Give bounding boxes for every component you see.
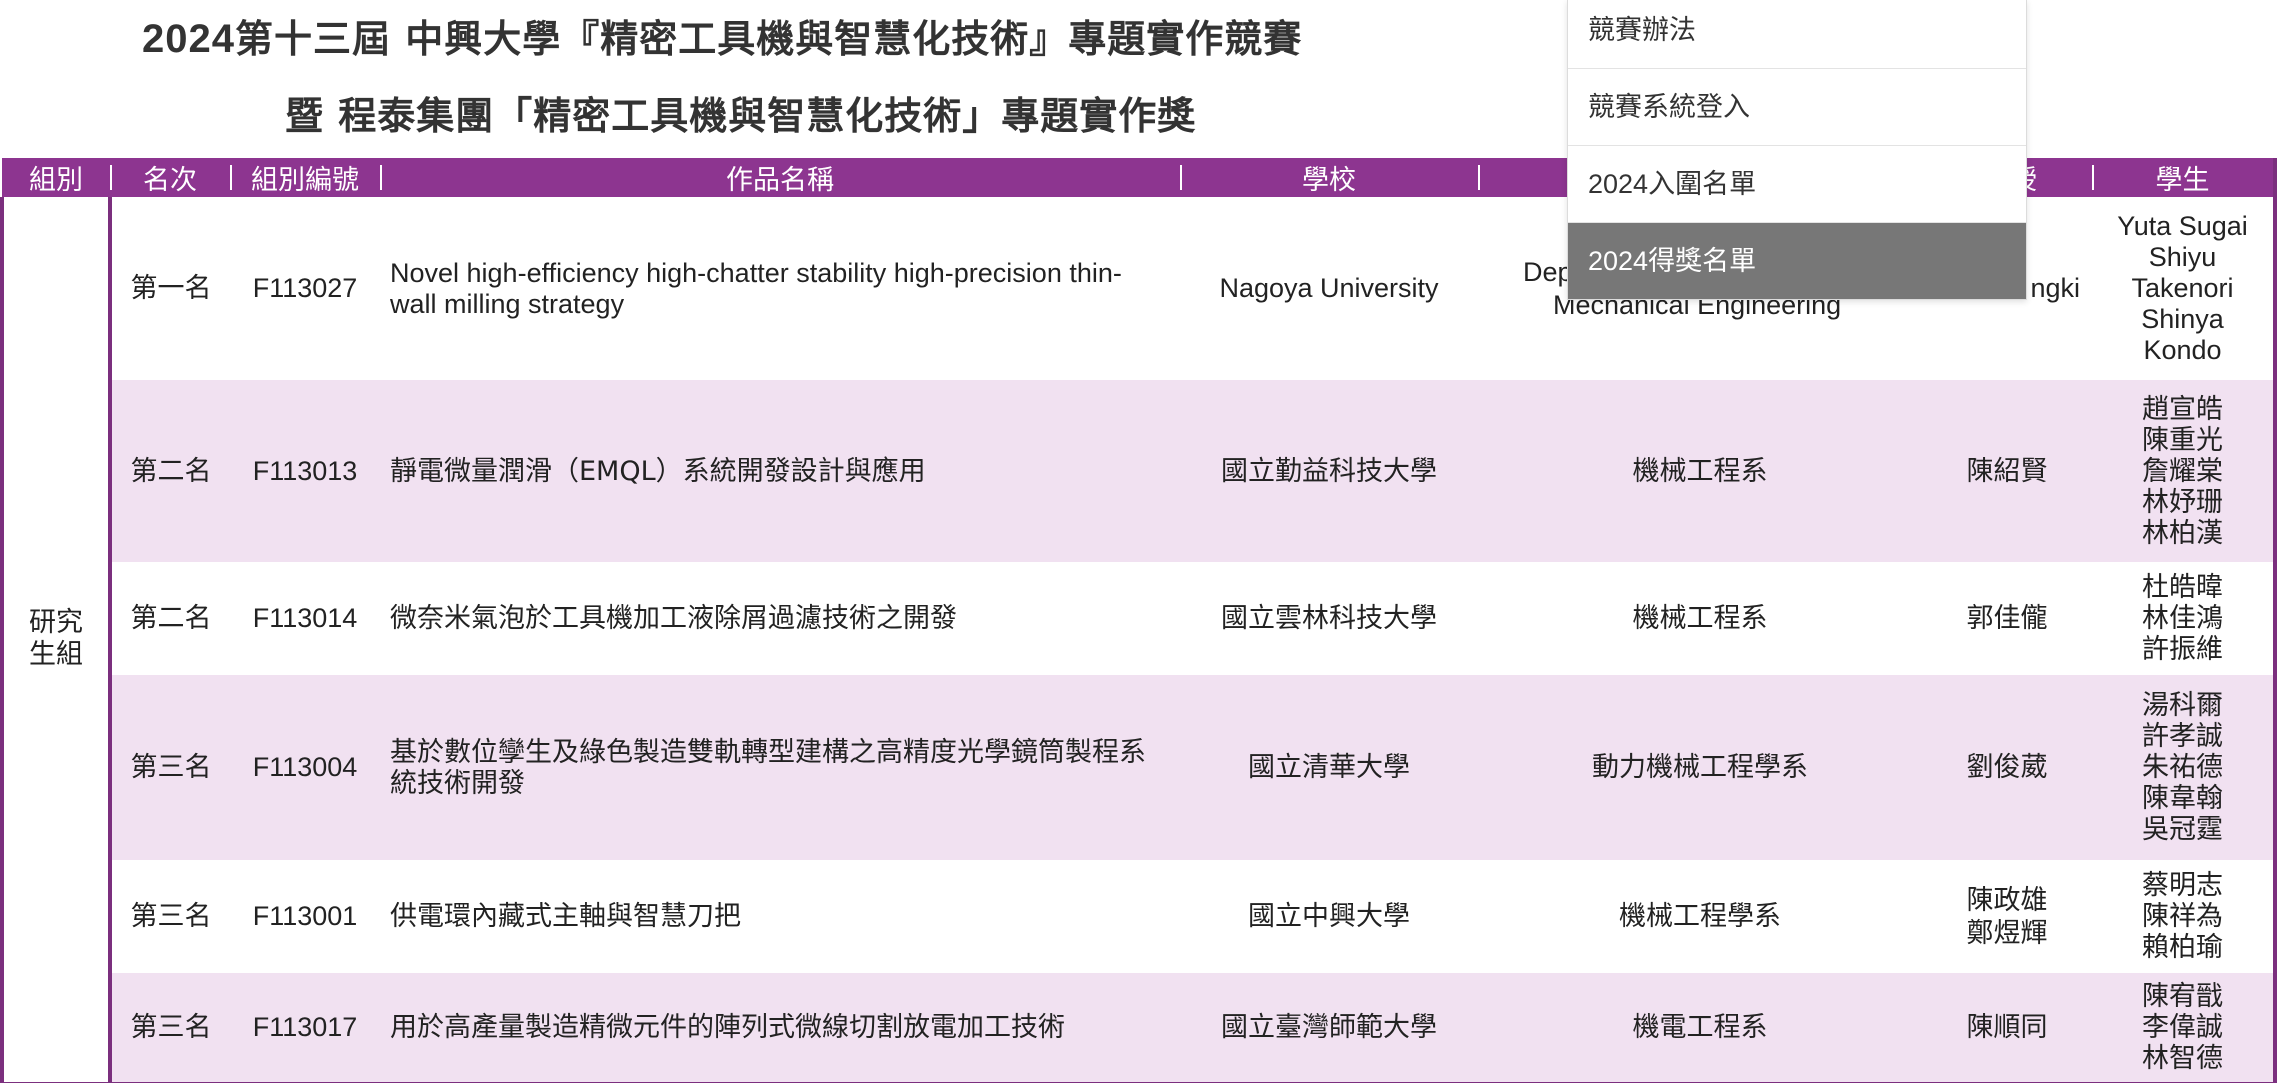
department-cell: 動力機械工程學系 (1478, 675, 1922, 860)
student-name: Takenori (2131, 273, 2234, 303)
title-cell: 微奈米氣泡於工具機加工液除屑過濾技術之開發 (380, 562, 1180, 675)
student-name: 林柏漢 (2142, 517, 2223, 549)
student-name: Shinya (2141, 304, 2224, 334)
advisor-cell: 陳紹賢 (1922, 380, 2092, 562)
rank-cell: 第二名 (110, 380, 230, 562)
students-cell: 湯科爾 許孝誠 朱祐德 陳韋翰 吳冠霆 (2092, 675, 2275, 860)
student-name: 湯科爾 (2142, 690, 2223, 721)
page-header: 2024第十三屆 中興大學『精密工具機與智慧化技術』專題實作競賽 暨 程泰集團「… (0, 0, 1560, 158)
school-cell: 國立雲林科技大學 (1180, 562, 1478, 675)
department-cell: 機械工程系 (1478, 380, 1922, 562)
page-subtitle: 暨 程泰集團「精密工具機與智慧化技術」專題實作獎 (285, 94, 1197, 138)
student-name: 許振維 (2142, 634, 2223, 665)
advisor-cell: 郭佳儱 (1922, 562, 2092, 675)
table-row: 第三名 F113001 供電環內藏式主軸與智慧刀把 國立中興大學 機械工程學系 … (2, 860, 2275, 973)
department-cell: 機械工程系 (1478, 562, 1922, 675)
col-header-group: 組別 (2, 158, 110, 197)
page-title: 2024第十三屆 中興大學『精密工具機與智慧化技術』專題實作競賽 (142, 8, 1302, 63)
title-cell: Novel high-efficiency high-chatter stabi… (380, 197, 1180, 380)
student-name: 陳重光 (2142, 424, 2223, 456)
student-name: 陳宥戩 (2142, 980, 2223, 1012)
code-cell: F113017 (230, 973, 380, 1083)
department-cell: 機械工程學系 (1478, 860, 1922, 973)
col-header-school: 學校 (1180, 158, 1478, 197)
student-name: 朱祐德 (2142, 752, 2223, 783)
group-cell: 研究生組 (0, 197, 112, 1083)
group-label: 研究生組 (29, 607, 83, 671)
student-name: 林智德 (2142, 1042, 2223, 1074)
title-cell: 用於高產量製造精微元件的陣列式微線切割放電加工技術 (380, 973, 1180, 1083)
rank-cell: 第三名 (110, 675, 230, 860)
school-cell: 國立勤益科技大學 (1180, 380, 1478, 562)
student-name: 陳韋翰 (2142, 783, 2223, 814)
table-row: 第三名 F113017 用於高產量製造精微元件的陣列式微線切割放電加工技術 國立… (2, 973, 2275, 1083)
code-cell: F113004 (230, 675, 380, 860)
students-cell: 蔡明志 陳祥為 賴柏瑜 (2092, 860, 2275, 973)
school-cell: 國立清華大學 (1180, 675, 1478, 860)
student-name: 許孝誠 (2142, 721, 2223, 752)
student-name: 蔡明志 (2142, 870, 2223, 901)
menu-item-login[interactable]: 競賽系統登入 (1568, 68, 2026, 145)
student-name: 吳冠霆 (2142, 814, 2223, 845)
student-name: Yuta Sugai (2117, 211, 2248, 241)
department-cell: 機電工程系 (1478, 973, 1922, 1083)
school-cell: 國立臺灣師範大學 (1180, 973, 1478, 1083)
code-cell: F113001 (230, 860, 380, 973)
menu-item-finalists[interactable]: 2024入圍名單 (1568, 145, 2026, 222)
student-name: Shiyu (2148, 242, 2217, 272)
advisor-cell: 陳政雄 鄭煜輝 (1922, 860, 2092, 973)
students-cell: 杜皓暐 林佳鴻 許振維 (2092, 562, 2275, 675)
rank-cell: 第三名 (110, 973, 230, 1083)
rank-cell: 第一名 (110, 197, 230, 380)
school-cell: 國立中興大學 (1180, 860, 1478, 973)
advisor-cell: 劉俊葳 (1922, 675, 2092, 860)
col-header-code: 組別編號 (230, 158, 380, 197)
title-text: 第十三屆 中興大學『精密工具機與智慧化技術』專題實作競賽 (234, 17, 1303, 61)
table-row: 第二名 F113013 靜電微量潤滑（EMQL）系統開發設計與應用 國立勤益科技… (2, 380, 2275, 562)
student-name: 陳祥為 (2142, 901, 2223, 932)
code-cell: F113014 (230, 562, 380, 675)
col-header-rank: 名次 (110, 158, 230, 197)
menu-item-rules[interactable]: 競賽辦法 (1568, 0, 2026, 68)
student-name: 趙宣皓 (2142, 393, 2223, 425)
student-name: 林佳鴻 (2142, 603, 2223, 634)
students-cell: Yuta Sugai Shiyu Takenori Shinya Kondo (2092, 197, 2275, 380)
table-row: 第二名 F113014 微奈米氣泡於工具機加工液除屑過濾技術之開發 國立雲林科技… (2, 562, 2275, 675)
student-name: 詹耀棠 (2142, 455, 2223, 487)
col-header-students: 學生 (2092, 158, 2275, 197)
title-cell: 基於數位孿生及綠色製造雙軌轉型建構之高精度光學鏡筒製程系統技術開發 (380, 675, 1180, 860)
student-name: 林妤珊 (2142, 486, 2223, 518)
nav-dropdown-menu: 競賽辦法 競賽系統登入 2024入圍名單 2024得獎名單 (1567, 0, 2027, 300)
students-cell: 趙宣皓 陳重光 詹耀棠 林妤珊 林柏漢 (2092, 380, 2275, 562)
col-header-title: 作品名稱 (380, 158, 1180, 197)
advisor-cell: 陳順同 (1922, 973, 2092, 1083)
menu-item-winners[interactable]: 2024得獎名單 (1568, 222, 2026, 299)
code-cell: F113027 (230, 197, 380, 380)
title-cell: 供電環內藏式主軸與智慧刀把 (380, 860, 1180, 973)
title-cell: 靜電微量潤滑（EMQL）系統開發設計與應用 (380, 380, 1180, 562)
rank-cell: 第三名 (110, 860, 230, 973)
students-cell: 陳宥戩 李偉誠 林智德 (2092, 973, 2275, 1083)
student-name: 李偉誠 (2142, 1011, 2223, 1043)
student-name: 杜皓暐 (2142, 572, 2223, 603)
table-row: 第三名 F113004 基於數位孿生及綠色製造雙軌轉型建構之高精度光學鏡筒製程系… (2, 675, 2275, 860)
code-cell: F113013 (230, 380, 380, 562)
school-cell: Nagoya University (1180, 197, 1478, 380)
student-name: Kondo (2143, 335, 2222, 365)
title-year: 2024 (142, 17, 235, 61)
student-name: 賴柏瑜 (2142, 932, 2223, 963)
rank-cell: 第二名 (110, 562, 230, 675)
